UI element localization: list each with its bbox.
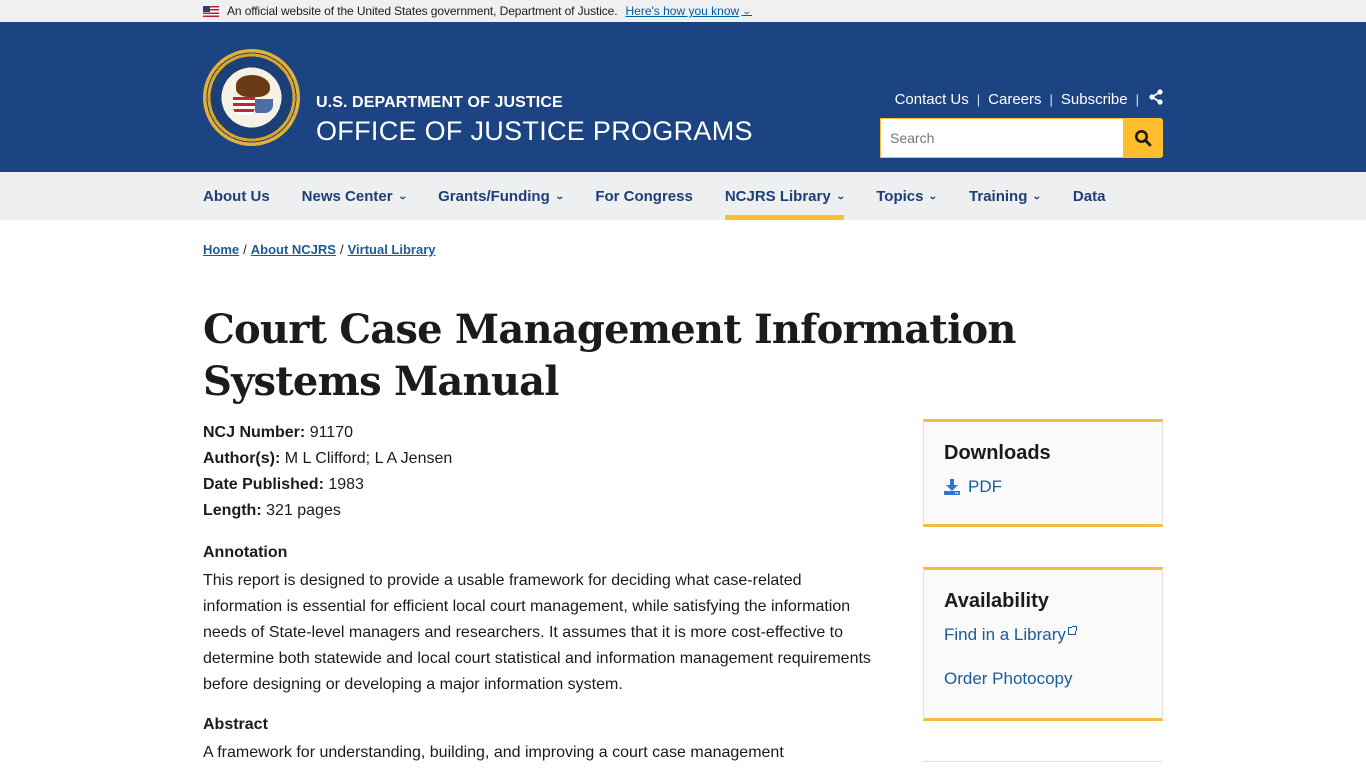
- abstract-section: Abstract A framework for understanding, …: [203, 714, 873, 766]
- downloads-heading: Downloads: [944, 442, 1051, 464]
- nav-label: For Congress: [595, 187, 693, 205]
- site-brand[interactable]: U.S. DEPARTMENT OF JUSTICE OFFICE OF JUS…: [316, 94, 753, 147]
- heres-how-you-know-label: Here's how you know: [625, 4, 740, 18]
- pdf-label: PDF: [968, 477, 1002, 496]
- nav-label: Grants/Funding: [438, 187, 550, 205]
- share-button[interactable]: [1147, 89, 1163, 109]
- breadcrumb-separator: /: [339, 242, 344, 257]
- department-name: U.S. DEPARTMENT OF JUSTICE: [316, 94, 563, 111]
- nav-item-for-congress[interactable]: For Congress: [595, 172, 693, 220]
- download-icon: [944, 479, 960, 495]
- meta-value: 1983: [328, 476, 364, 493]
- nav-label: Topics: [876, 187, 924, 205]
- availability-heading: Availability: [944, 590, 1049, 612]
- meta-authors: Author(s): M L Clifford; L A Jensen: [203, 446, 452, 472]
- chevron-down-icon: ⌄: [928, 190, 939, 201]
- breadcrumb-separator: /: [243, 242, 247, 257]
- chevron-down-icon: ⌄: [1032, 190, 1043, 201]
- meta-label: NCJ Number:: [203, 424, 306, 441]
- abstract-heading: Abstract: [203, 716, 268, 733]
- annotation-text: This report is designed to provide a usa…: [203, 572, 871, 693]
- annotation-section: Annotation This report is designed to pr…: [203, 542, 873, 698]
- chevron-down-icon: ⌄: [554, 190, 565, 201]
- availability-card: Availability Find in a Library Order Pho…: [923, 567, 1163, 721]
- doj-seal-logo[interactable]: [203, 49, 300, 146]
- chevron-down-icon: ⌄: [741, 5, 753, 16]
- sidebar-divider: [923, 761, 1163, 762]
- site-header: U.S. DEPARTMENT OF JUSTICE OFFICE OF JUS…: [0, 22, 1366, 172]
- gov-banner: An official website of the United States…: [0, 0, 1366, 22]
- downloads-card: Downloads PDF: [923, 419, 1163, 527]
- meta-value: M L Clifford; L A Jensen: [284, 450, 453, 467]
- nav-item-data[interactable]: Data: [1073, 172, 1106, 220]
- meta-label: Author(s):: [203, 450, 281, 467]
- gov-banner-text: An official website of the United States…: [227, 4, 618, 18]
- eagle-icon: [236, 75, 270, 97]
- abstract-text: A framework for understanding, building,…: [203, 744, 784, 761]
- order-photocopy-label: Order Photocopy: [944, 669, 1073, 688]
- utility-links: Contact Us | Careers | Subscribe |: [895, 89, 1163, 109]
- meta-value: 91170: [309, 424, 353, 441]
- search-button[interactable]: [1123, 118, 1163, 158]
- shield-icon: [233, 97, 255, 115]
- breadcrumb-home[interactable]: Home: [203, 242, 239, 257]
- nav-item-about-us[interactable]: About Us: [203, 172, 270, 220]
- find-in-library-link[interactable]: Find in a Library: [944, 625, 1142, 645]
- shield-icon: [255, 99, 273, 113]
- meta-label: Length:: [203, 502, 262, 519]
- meta-value: 321 pages: [266, 502, 341, 519]
- nav-item-news-center[interactable]: News Center ⌄: [301, 172, 408, 220]
- meta-ncj-number: NCJ Number: 91170: [203, 420, 452, 446]
- external-link-icon: [1067, 626, 1077, 635]
- breadcrumb-about-ncjrs[interactable]: About NCJRS: [251, 242, 336, 257]
- chevron-down-icon: ⌄: [835, 190, 846, 201]
- nav-item-ncjrs-library[interactable]: NCJRS Library ⌄: [724, 172, 846, 220]
- main-nav: About Us News Center ⌄ Grants/Funding ⌄ Fo…: [0, 172, 1366, 220]
- nav-label: Data: [1072, 187, 1106, 205]
- find-in-library-label: Find in a Library: [944, 625, 1066, 644]
- nav-item-training[interactable]: Training ⌄: [969, 172, 1043, 220]
- office-name: OFFICE OF JUSTICE PROGRAMS: [316, 116, 753, 146]
- meta-length: Length: 321 pages: [203, 498, 452, 524]
- nav-label: News Center: [301, 187, 393, 205]
- separator: |: [976, 91, 981, 107]
- meta-label: Date Published:: [203, 476, 324, 493]
- nav-label: NCJRS Library: [724, 187, 831, 205]
- search-icon: [1135, 130, 1152, 147]
- breadcrumb: Home / About NCJRS / Virtual Library: [203, 242, 436, 257]
- publication-meta: NCJ Number: 91170 Author(s): M L Cliffor…: [203, 420, 452, 524]
- search-input[interactable]: [880, 118, 1123, 158]
- chevron-down-icon: ⌄: [397, 190, 408, 201]
- careers-link[interactable]: Careers: [988, 91, 1041, 108]
- page-title: Court Case Management Information System…: [203, 306, 1016, 405]
- share-icon: [1149, 89, 1163, 105]
- search-form: [880, 118, 1163, 158]
- nav-item-topics[interactable]: Topics ⌄: [876, 172, 939, 220]
- breadcrumb-virtual-library[interactable]: Virtual Library: [348, 242, 436, 257]
- subscribe-link[interactable]: Subscribe: [1061, 91, 1128, 108]
- contact-us-link[interactable]: Contact Us: [895, 91, 969, 108]
- nav-item-grants-funding[interactable]: Grants/Funding ⌄: [438, 172, 565, 220]
- pdf-download-link[interactable]: PDF: [944, 477, 1142, 497]
- separator: |: [1135, 91, 1139, 107]
- heres-how-you-know-link[interactable]: Here's how you know ⌄: [625, 4, 753, 18]
- annotation-heading: Annotation: [203, 544, 288, 561]
- nav-label: Training: [969, 187, 1028, 205]
- nav-label: About Us: [203, 187, 270, 205]
- order-photocopy-link[interactable]: Order Photocopy: [944, 669, 1142, 689]
- us-flag-icon: [203, 5, 219, 17]
- separator: |: [1049, 91, 1053, 107]
- meta-date-published: Date Published: 1983: [203, 472, 452, 498]
